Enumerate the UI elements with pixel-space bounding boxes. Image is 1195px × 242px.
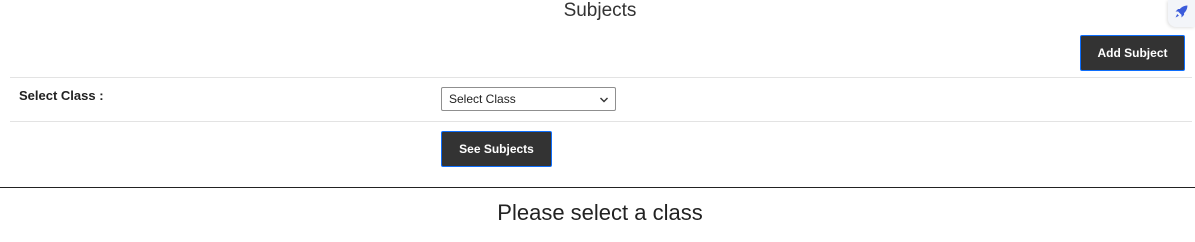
empty-state-message: Please select a class [497,200,703,225]
rocket-icon [1173,3,1190,25]
divider [10,121,1192,122]
add-subject-button[interactable]: Add Subject [1080,35,1185,71]
page-title: Subjects [563,0,637,21]
select-class-label: Select Class : [19,88,104,103]
see-subjects-button[interactable]: See Subjects [441,131,552,167]
class-select-value: Select Class [449,92,516,106]
class-select[interactable]: Select Class [441,87,616,111]
section-divider [0,187,1195,188]
chevron-down-icon [599,94,609,104]
floating-tool-button[interactable] [1168,0,1195,27]
divider [10,77,1192,78]
